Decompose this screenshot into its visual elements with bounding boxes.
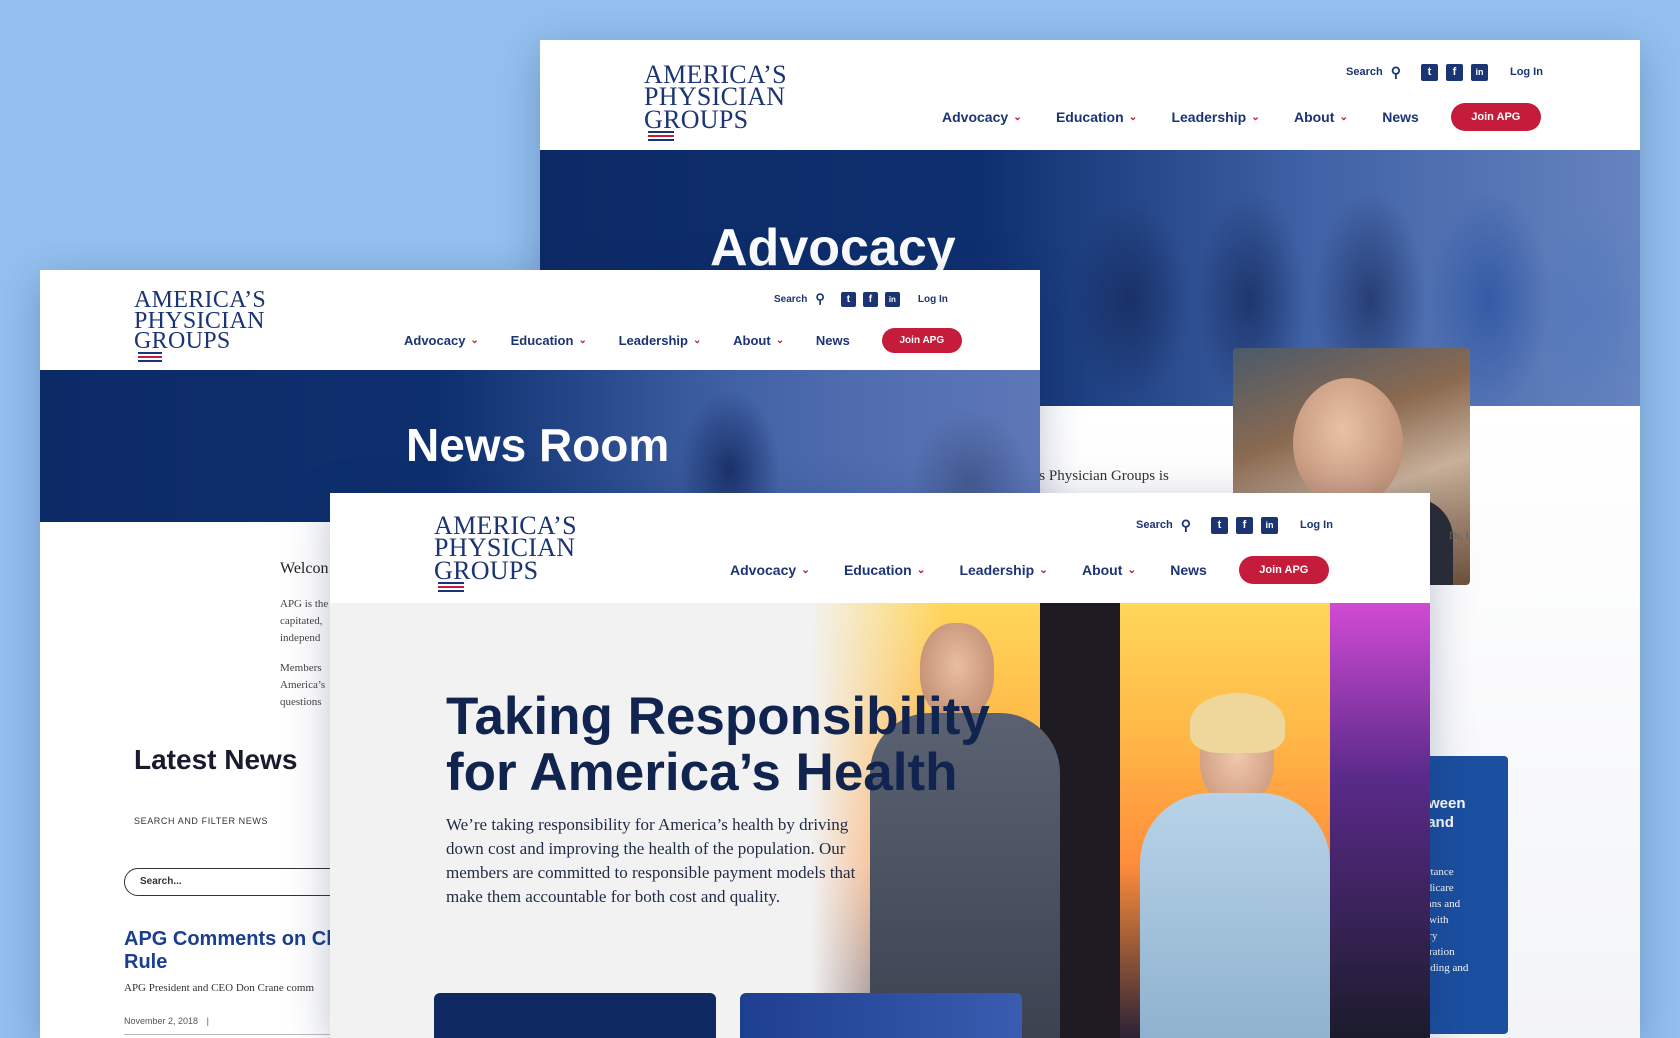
latest-news-heading: Latest News xyxy=(134,744,298,775)
article-meta: November 2, 2018 | xyxy=(124,1016,209,1026)
chevron-down-icon: ⌄ xyxy=(1013,111,1022,123)
twitter-icon[interactable]: t xyxy=(1210,516,1228,534)
chevron-down-icon: ⌄ xyxy=(1339,111,1349,123)
home-window: AMERICA’S PHYSICIAN GROUPS Search ⚲ t f … xyxy=(330,493,1430,1038)
join-apg-button[interactable]: Join APG xyxy=(881,327,962,353)
nav-leadership[interactable]: Leadership ⌄ xyxy=(1171,109,1260,125)
nav-advocacy[interactable]: Advocacy ⌄ xyxy=(942,109,1022,125)
nav-advocacy[interactable]: Advocacy ⌄ xyxy=(404,333,479,348)
join-apg-button[interactable]: Join APG xyxy=(1238,556,1329,584)
chevron-down-icon: ⌄ xyxy=(1039,564,1048,576)
facebook-icon[interactable]: f xyxy=(862,291,878,307)
article-date: November 2, 2018 xyxy=(124,1016,199,1026)
hero-photo xyxy=(810,603,1430,1038)
linkedin-icon[interactable]: in xyxy=(1470,63,1488,81)
nav-education[interactable]: Education ⌄ xyxy=(511,333,587,348)
nav-leadership[interactable]: Leadership ⌄ xyxy=(619,333,702,348)
chevron-down-icon: ⌄ xyxy=(801,564,810,576)
intro-line: independ xyxy=(280,632,321,644)
nav-leadership[interactable]: Leadership ⌄ xyxy=(959,562,1048,578)
facebook-icon[interactable]: f xyxy=(1445,63,1463,81)
search-input[interactable]: Search... xyxy=(124,868,364,896)
nav-news[interactable]: News xyxy=(1382,109,1419,125)
chevron-down-icon: ⌄ xyxy=(1128,111,1138,123)
chevron-down-icon: ⌄ xyxy=(916,564,926,576)
apg-logo[interactable]: AMERICA’S PHYSICIAN GROUPS xyxy=(434,512,577,594)
nav-education[interactable]: Education ⌄ xyxy=(1056,109,1137,125)
hero-body: We’re taking responsibility for America’… xyxy=(446,815,856,906)
chevron-down-icon: ⌄ xyxy=(470,334,479,346)
welcome-heading: Welcon xyxy=(280,560,329,577)
article-excerpt: APG President and CEO Don Crane comm xyxy=(124,982,315,994)
article-title[interactable]: APG Comments on Cl Rule xyxy=(124,928,332,974)
facebook-icon[interactable]: f xyxy=(1235,516,1253,534)
nav-news[interactable]: News xyxy=(816,333,850,348)
intro-line: capitated, xyxy=(280,615,323,627)
page-title: News Room xyxy=(406,419,670,471)
nav-about[interactable]: About ⌄ xyxy=(733,333,784,348)
twitter-icon[interactable]: t xyxy=(840,291,856,307)
login-link[interactable]: Log In xyxy=(1300,519,1333,531)
filter-label: SEARCH AND FILTER NEWS xyxy=(134,816,269,826)
nav-education[interactable]: Education ⌄ xyxy=(844,562,925,578)
search-icon[interactable]: ⚲ xyxy=(1391,64,1401,81)
chevron-down-icon: ⌄ xyxy=(1251,111,1260,123)
home-hero: Taking Responsibility for America’s Heal… xyxy=(330,603,1430,1038)
nav-advocacy[interactable]: Advocacy ⌄ xyxy=(730,562,810,578)
intro-line: APG is the xyxy=(280,598,329,610)
photo-caption: Dr. I xyxy=(1449,530,1470,542)
nav-about[interactable]: About ⌄ xyxy=(1082,562,1136,578)
login-link[interactable]: Log In xyxy=(1510,66,1543,78)
search-icon[interactable]: ⚲ xyxy=(815,291,825,307)
feature-card-1[interactable] xyxy=(434,993,716,1038)
chevron-down-icon: ⌄ xyxy=(775,334,784,346)
chevron-down-icon: ⌄ xyxy=(692,334,702,346)
apg-logo[interactable]: AMERICA’S PHYSICIAN GROUPS xyxy=(134,288,266,364)
linkedin-icon[interactable]: in xyxy=(1260,516,1278,534)
hero-headline: Taking Responsibility for America’s Heal… xyxy=(446,687,990,802)
search-link[interactable]: Search xyxy=(1346,66,1383,78)
nav-news[interactable]: News xyxy=(1170,562,1207,578)
twitter-icon[interactable]: t xyxy=(1420,63,1438,81)
intro-line: questions xyxy=(280,696,322,708)
linkedin-icon[interactable]: in xyxy=(884,291,900,307)
login-link[interactable]: Log In xyxy=(918,294,948,305)
chevron-down-icon: ⌄ xyxy=(1127,564,1137,576)
search-link[interactable]: Search xyxy=(774,294,807,305)
page-title: Advocacy xyxy=(710,219,956,277)
join-apg-button[interactable]: Join APG xyxy=(1450,103,1541,131)
search-link[interactable]: Search xyxy=(1136,519,1173,531)
feature-card-2[interactable] xyxy=(740,993,1022,1038)
apg-logo[interactable]: AMERICA’S PHYSICIAN GROUPS xyxy=(644,61,787,143)
chevron-down-icon: ⌄ xyxy=(578,334,587,346)
intro-line: Members xyxy=(280,662,322,674)
nav-about[interactable]: About ⌄ xyxy=(1294,109,1348,125)
intro-line: America’s xyxy=(280,679,326,691)
search-icon[interactable]: ⚲ xyxy=(1181,517,1191,534)
